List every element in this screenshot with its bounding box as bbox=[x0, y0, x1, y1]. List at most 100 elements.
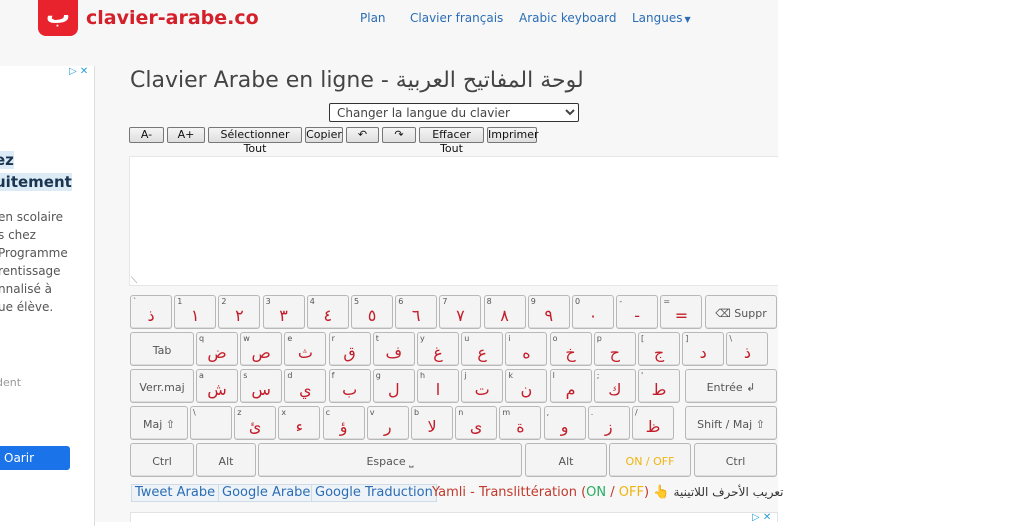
ctrl-left-key[interactable]: Ctrl bbox=[130, 443, 194, 477]
backspace-key[interactable]: ⌫ Suppr bbox=[705, 295, 777, 329]
resize-handle-icon[interactable]: ⟍ bbox=[131, 275, 137, 286]
key[interactable]: 0٠ bbox=[572, 295, 614, 329]
key[interactable]: 8٨ bbox=[483, 295, 526, 329]
key-latin-label: 9 bbox=[530, 297, 536, 306]
key[interactable]: vر bbox=[366, 406, 409, 440]
google-traduction-link[interactable]: Google Traduction bbox=[311, 484, 437, 502]
key-arabic-label: غ bbox=[433, 343, 443, 362]
key[interactable]: tف bbox=[372, 332, 415, 366]
key[interactable]: kن bbox=[505, 369, 548, 403]
key[interactable]: 2٢ bbox=[218, 295, 261, 329]
key[interactable]: sس bbox=[240, 369, 283, 403]
key[interactable]: aش bbox=[196, 369, 238, 403]
alt-right-key[interactable]: Alt bbox=[525, 443, 607, 477]
key-arabic-label: ٨ bbox=[500, 306, 509, 325]
key-label: Verr.maj bbox=[139, 381, 185, 394]
font-increase-button[interactable]: A+ bbox=[167, 127, 205, 143]
bottom-advertisement[interactable] bbox=[130, 512, 778, 522]
key[interactable]: yغ bbox=[417, 332, 459, 366]
key-latin-label: z bbox=[237, 408, 242, 417]
key[interactable]: mة bbox=[499, 406, 542, 440]
redo-icon[interactable]: ↷ bbox=[382, 127, 416, 143]
key[interactable]: zئ bbox=[234, 406, 277, 440]
key[interactable]: ; ك bbox=[593, 369, 636, 403]
shift-left-key[interactable]: Maj ⇧ bbox=[130, 406, 188, 440]
select-all-button[interactable]: Sélectionner Tout bbox=[208, 127, 302, 155]
key[interactable]: cؤ bbox=[322, 406, 365, 440]
yamli-on[interactable]: ON bbox=[586, 485, 606, 500]
key[interactable]: wص bbox=[240, 332, 283, 366]
key[interactable]: gل bbox=[372, 369, 415, 403]
site-logo-icon[interactable]: ب bbox=[38, 0, 78, 36]
key[interactable]: lم bbox=[549, 369, 592, 403]
ad-choices-icon[interactable]: ▷ ✕ bbox=[752, 512, 771, 523]
key[interactable]: nى bbox=[455, 406, 498, 440]
key[interactable]: 1١ bbox=[174, 295, 217, 329]
key[interactable]: ' ط bbox=[638, 369, 680, 403]
key[interactable]: .ز bbox=[587, 406, 630, 440]
key[interactable]: oخ bbox=[549, 332, 592, 366]
font-decrease-button[interactable]: A- bbox=[129, 127, 164, 143]
key[interactable]: [ج bbox=[638, 332, 680, 366]
key[interactable]: 3٣ bbox=[262, 295, 305, 329]
key[interactable]: eث bbox=[284, 332, 327, 366]
key[interactable]: hا bbox=[417, 369, 459, 403]
key[interactable]: 5٥ bbox=[351, 295, 393, 329]
key-arabic-label: ص bbox=[251, 343, 271, 362]
key[interactable]: dي bbox=[284, 369, 327, 403]
yamli-close: ) bbox=[643, 485, 650, 500]
key[interactable]: uع bbox=[461, 332, 504, 366]
nav-clavier-francais[interactable]: Clavier français bbox=[410, 11, 503, 25]
enter-key[interactable]: Entrée ↲ bbox=[685, 369, 777, 403]
key-arabic-label: د bbox=[699, 343, 707, 362]
yamli-transliteration-toggle[interactable]: Yamli - Translittération (ON / OFF) 👆 تع… bbox=[432, 484, 783, 501]
language-select[interactable]: Changer la langue du clavier bbox=[329, 103, 579, 122]
key[interactable]: ,و bbox=[543, 406, 586, 440]
key[interactable]: \ bbox=[190, 406, 232, 440]
key[interactable]: jت bbox=[461, 369, 504, 403]
clear-all-button[interactable]: Effacer Tout bbox=[419, 127, 484, 155]
onoff-toggle-key[interactable]: ON / OFF bbox=[609, 443, 691, 477]
space-key[interactable]: Espace ⎵ bbox=[258, 443, 522, 477]
nav-plan[interactable]: Plan bbox=[360, 11, 386, 25]
shift-right-key[interactable]: Shift / Maj ⇧ bbox=[685, 406, 777, 440]
key-latin-label: 6 bbox=[398, 297, 404, 306]
ad-choices-icon[interactable]: ▷ ✕ bbox=[69, 66, 93, 78]
tweet-arabe-link[interactable]: Tweet Arabe bbox=[131, 484, 220, 502]
key-arabic-label: ئ bbox=[248, 417, 262, 436]
site-name-link[interactable]: clavier-arabe.co bbox=[86, 7, 259, 29]
undo-icon[interactable]: ↶ bbox=[346, 127, 379, 143]
nav-arabic-keyboard[interactable]: Arabic keyboard bbox=[519, 11, 617, 25]
copy-button[interactable]: Copier bbox=[305, 127, 343, 143]
nav-langues[interactable]: Langues ▼ bbox=[632, 11, 691, 25]
key[interactable]: fب bbox=[328, 369, 371, 403]
key[interactable]: pح bbox=[593, 332, 636, 366]
key[interactable]: 7٧ bbox=[439, 295, 482, 329]
caps-lock-key[interactable]: Verr.maj bbox=[130, 369, 194, 403]
key[interactable]: b لا bbox=[411, 406, 453, 440]
ad-cta-button[interactable]: Oarir bbox=[0, 446, 70, 470]
key[interactable]: ] د bbox=[682, 332, 725, 366]
key[interactable]: ` ذ bbox=[130, 295, 172, 329]
text-input-area[interactable] bbox=[129, 156, 778, 286]
key[interactable]: qض bbox=[196, 332, 238, 366]
alt-left-key[interactable]: Alt bbox=[196, 443, 256, 477]
key[interactable]: / ظ bbox=[632, 406, 674, 440]
key[interactable]: 4٤ bbox=[306, 295, 349, 329]
ctrl-right-key[interactable]: Ctrl bbox=[694, 443, 777, 477]
key[interactable]: iه bbox=[505, 332, 548, 366]
key[interactable]: xء bbox=[278, 406, 321, 440]
key-arabic-label: و bbox=[560, 417, 569, 436]
key[interactable]: 9٩ bbox=[527, 295, 570, 329]
yamli-off[interactable]: OFF bbox=[619, 485, 644, 500]
key[interactable]: 6٦ bbox=[395, 295, 438, 329]
key[interactable]: \ ذ bbox=[726, 332, 769, 366]
key-arabic-label: ٦ bbox=[411, 306, 421, 325]
print-button[interactable]: Imprimer bbox=[487, 127, 539, 143]
tab-key[interactable]: Tab bbox=[130, 332, 194, 366]
google-arabe-link[interactable]: Google Arabe bbox=[218, 484, 315, 502]
key[interactable]: = = bbox=[660, 295, 703, 329]
key[interactable]: -- bbox=[616, 295, 659, 329]
key[interactable]: rق bbox=[328, 332, 371, 366]
key-arabic-label: ر bbox=[383, 417, 392, 436]
